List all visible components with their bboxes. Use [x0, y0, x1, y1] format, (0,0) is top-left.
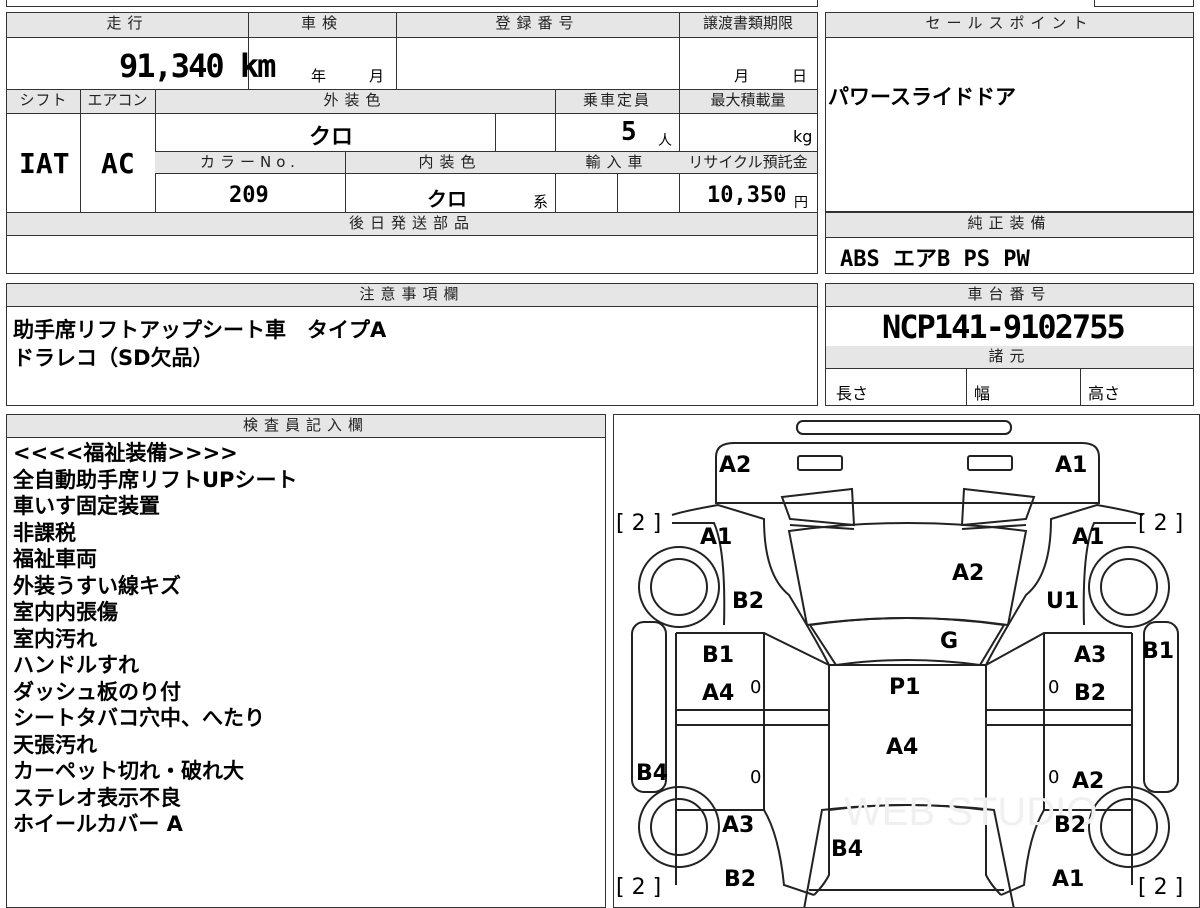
inspector-line: 外装うすい線キズ [13, 573, 181, 598]
notes-line-2: ドラレコ（SD欠品） [13, 346, 214, 370]
mark-left-fender-lower: B2 [732, 589, 765, 614]
max-load-label: 最大積載量 [679, 90, 817, 114]
equipment-text: ABS エアB PS PW [840, 247, 1030, 272]
inspector-line: 天張汚れ [13, 732, 97, 757]
inspection-month-unit: 月 [369, 67, 385, 85]
inspector-line: 福祉車両 [13, 547, 97, 571]
damage-diagram: WEB STUDIO [ 2 ] [ 2 ] [ 2 ] [ 2 ] A2 A1… [613, 414, 1200, 908]
import-label: 輸入車 [555, 152, 679, 174]
sales-point-text: パワースライドドア [828, 85, 1016, 109]
interior-color-value: クロ [427, 187, 467, 211]
zero-mark: 0 [1048, 767, 1060, 788]
recycle-value: 10,350 [707, 183, 787, 208]
inspection-label: 車検 [248, 13, 396, 38]
equipment-label: 純正装備 [826, 213, 1193, 238]
mark-right-pillar: B1 [1142, 639, 1175, 664]
mark-left-rocker: B4 [636, 761, 669, 786]
width-label: 幅 [974, 384, 991, 403]
mark-windshield: G [940, 629, 959, 654]
inspector-line: ハンドルすれ [13, 653, 139, 677]
shift-value: IAT [19, 147, 70, 180]
mark-front-fender-left: A1 [700, 525, 733, 550]
inspector-line: <<<<福祉装備>>>> [13, 441, 238, 465]
capacity-value: 5 [621, 117, 637, 147]
tire-front-left: [ 2 ] [616, 511, 662, 536]
length-label: 長さ [836, 384, 869, 403]
inspector-line: 全自動助手席リフトUPシート [13, 467, 298, 492]
later-parts-label: 後日発送部品 [7, 213, 817, 236]
ac-label: エアコン [80, 90, 155, 114]
height-label: 高さ [1088, 384, 1121, 403]
inspector-line: カーペット切れ・破れ大 [13, 759, 244, 783]
inspector-box: 検査員記入欄 <<<<福祉装備>>>> 全自動助手席リフトUPシート 車いす固定… [6, 414, 606, 908]
notes-line-1: 助手席リフトアップシート車 タイプA [13, 318, 387, 342]
tire-rear-right: [ 2 ] [1138, 875, 1184, 900]
mark-left-front-door-upper: B1 [702, 643, 735, 668]
mark-hood: A2 [952, 561, 985, 586]
mark-right-fender-lower: U1 [1046, 589, 1080, 614]
notes-label: 注意事項欄 [7, 284, 817, 307]
reg-number-label: 登録番号 [396, 13, 679, 38]
shift-label: シフト [7, 90, 80, 114]
inspection-year-unit: 年 [311, 67, 327, 85]
inspector-label: 検査員記入欄 [7, 415, 605, 438]
inspector-line: ホイールカバー A [13, 812, 183, 836]
mark-left-front-door-lower: A4 [702, 681, 735, 706]
tire-rear-left: [ 2 ] [616, 875, 662, 900]
chassis-label: 車台番号 [826, 284, 1193, 307]
inspector-line: 車いす固定装置 [13, 494, 160, 518]
max-load-unit: kg [793, 127, 813, 146]
inspector-line: ステレオ表示不良 [13, 785, 181, 810]
top-cutoff-row [6, 0, 818, 7]
mark-right-quarter: B2 [1054, 813, 1087, 838]
mark-front-bumper-right: A1 [1055, 453, 1088, 478]
mark-rear-bumper-left: B2 [724, 867, 757, 892]
interior-color-label: 内装色 [345, 152, 555, 174]
inspector-lines: <<<<福祉装備>>>> 全自動助手席リフトUPシート 車いす固定装置 非課税 … [13, 440, 603, 838]
capacity-label: 乗車定員 [555, 90, 679, 114]
vehicle-info-table: 走行 車検 登録番号 譲渡書類期限 91,340 km 年 月 月 日 シフト … [6, 12, 818, 274]
sales-point-box: セールスポイント パワースライドドア [825, 12, 1194, 212]
sales-point-label: セールスポイント [826, 13, 1193, 38]
capacity-unit: 人 [658, 133, 672, 149]
mark-left-quarter: A3 [722, 813, 755, 838]
exterior-color-value: クロ [309, 125, 354, 150]
zero-mark: 0 [750, 677, 762, 698]
equipment-box: 純正装備 ABS エアB PS PW [825, 212, 1194, 274]
zero-mark: 0 [750, 767, 762, 788]
mark-right-front-door-lower: B2 [1074, 681, 1107, 706]
inspector-line: 室内汚れ [13, 626, 97, 651]
transfer-day-unit: 日 [792, 67, 808, 85]
transfer-deadline-label: 譲渡書類期限 [679, 13, 817, 38]
tire-front-right: [ 2 ] [1138, 511, 1184, 536]
chassis-box: 車台番号 NCP141-9102755 諸元 長さ 幅 高さ [825, 283, 1194, 406]
inspector-line: シートタバコ穴中、へたり [13, 706, 265, 730]
mileage-label: 走行 [7, 13, 248, 38]
inspector-line: 室内内張傷 [13, 600, 118, 624]
mark-front-bumper-left: A2 [719, 453, 752, 478]
zero-mark: 0 [1048, 677, 1060, 698]
mark-right-rear-door: A2 [1072, 769, 1105, 794]
mark-rear-bumper-right: A1 [1052, 867, 1085, 892]
interior-color-suffix: 系 [533, 193, 549, 211]
mark-right-front-door-upper: A3 [1074, 643, 1107, 668]
inspector-line: ダッシュ板のり付 [13, 679, 181, 704]
color-no-value: 209 [229, 183, 269, 208]
exterior-color-label: 外装色 [155, 90, 555, 114]
spec-label: 諸元 [826, 346, 1193, 369]
color-no-label: カラーNo. [155, 152, 345, 174]
mark-roof: P1 [889, 675, 921, 700]
mark-front-fender-right: A1 [1072, 525, 1105, 550]
mark-roof-rear: A4 [886, 735, 919, 760]
transfer-month-unit: 月 [734, 67, 750, 85]
ac-value: AC [101, 147, 135, 180]
notes-box: 注意事項欄 助手席リフトアップシート車 タイプA ドラレコ（SD欠品） [6, 283, 818, 406]
chassis-number: NCP141-9102755 [882, 308, 1126, 346]
top-cutoff-row-right [1094, 0, 1194, 7]
mark-rear-gate: B4 [831, 837, 864, 862]
recycle-unit: 円 [794, 195, 808, 211]
recycle-label: リサイクル預託金 [679, 152, 817, 174]
inspector-line: 非課税 [13, 520, 76, 545]
mileage-value: 91,340 km [119, 47, 276, 85]
